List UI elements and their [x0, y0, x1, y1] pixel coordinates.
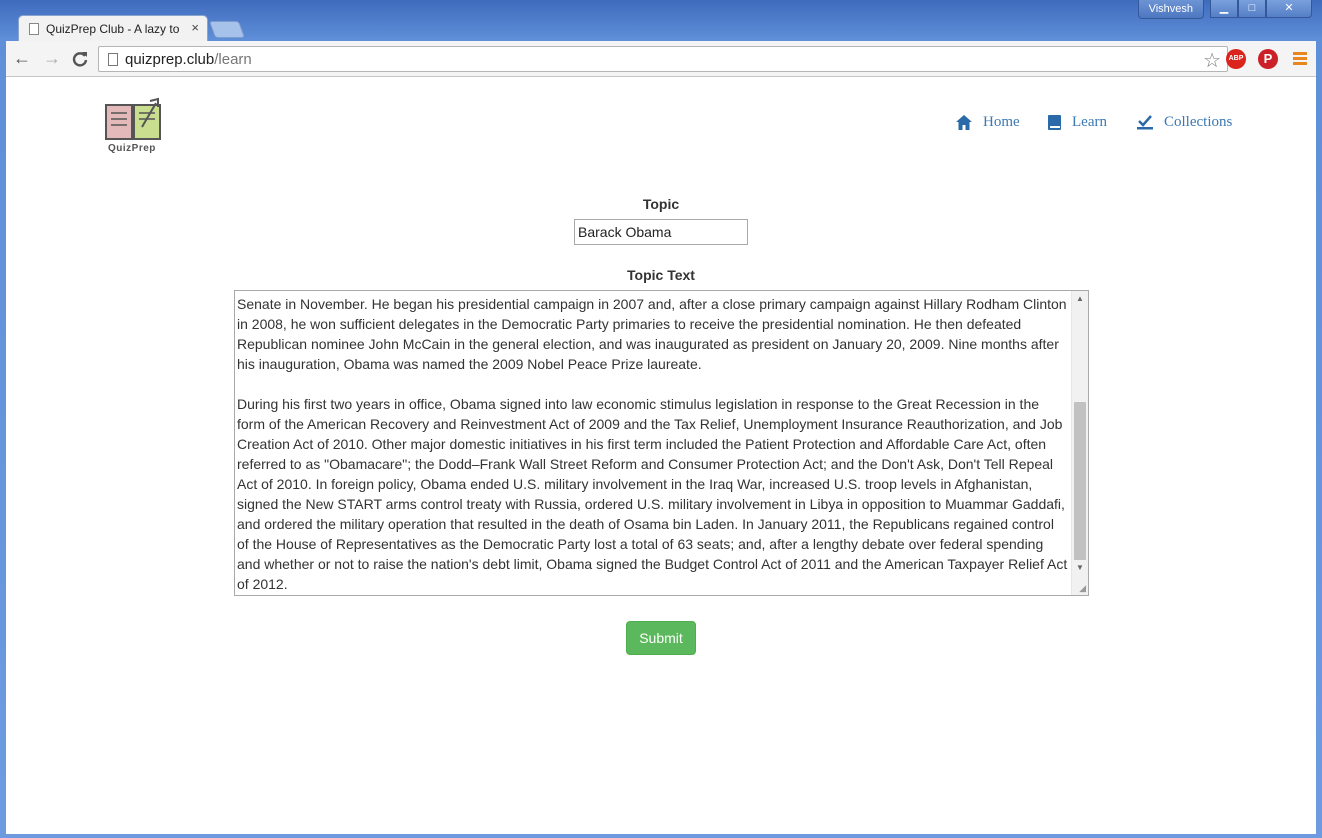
- nav-learn-link[interactable]: Learn: [1048, 114, 1107, 131]
- profile-badge[interactable]: Vishvesh: [1137, 0, 1204, 19]
- book-icon: [1048, 115, 1061, 130]
- reload-icon: [72, 52, 88, 67]
- nav-collections-label: Collections: [1164, 114, 1233, 130]
- topic-text-area[interactable]: Senate in November. He began his preside…: [234, 290, 1089, 596]
- home-icon: [956, 115, 972, 130]
- nav-collections-link[interactable]: Collections: [1137, 114, 1232, 131]
- pinterest-extension-icon[interactable]: P: [1258, 49, 1278, 69]
- topic-text-label: Topic Text: [627, 267, 695, 283]
- submit-button[interactable]: Submit: [626, 621, 696, 655]
- check-icon: [1137, 115, 1153, 130]
- scroll-thumb[interactable]: [1074, 402, 1086, 560]
- bookmark-star-icon[interactable]: ☆: [1203, 48, 1221, 73]
- forward-button[interactable]: →: [40, 47, 64, 71]
- logo-text: QuizPrep: [108, 143, 156, 154]
- maximize-button[interactable]: □: [1238, 0, 1266, 18]
- url-text: quizprep.club/learn: [125, 51, 252, 68]
- scroll-up-icon[interactable]: ▲: [1076, 294, 1084, 303]
- tab-strip: QuizPrep Club - A lazy to × Vishvesh ▁ □…: [0, 0, 1322, 42]
- reload-button[interactable]: [68, 47, 92, 71]
- browser-tab[interactable]: QuizPrep Club - A lazy to ×: [18, 15, 208, 42]
- chrome-menu-icon[interactable]: [1293, 52, 1307, 67]
- nav-home-link[interactable]: Home: [956, 114, 1020, 131]
- topic-text-content: Senate in November. He began his preside…: [237, 294, 1069, 595]
- address-bar[interactable]: quizprep.club/learn ☆: [98, 46, 1228, 72]
- resize-handle-icon[interactable]: ◢: [1079, 583, 1086, 594]
- browser-window: QuizPrep Club - A lazy to × Vishvesh ▁ □…: [0, 0, 1322, 838]
- topic-text-paragraph: Senate in November. He began his preside…: [237, 296, 1067, 372]
- text-scrollbar[interactable]: ▲ ▼: [1071, 291, 1088, 595]
- page-icon: [29, 23, 39, 35]
- topic-text-paragraph: During his first two years in office, Ob…: [237, 396, 1068, 592]
- page-icon: [108, 53, 118, 66]
- page-viewport: QuizPrep Home Learn Collections Topic To…: [6, 77, 1316, 834]
- adblock-extension-icon[interactable]: ABP: [1226, 49, 1246, 69]
- nav-home-label: Home: [983, 114, 1020, 130]
- nav-learn-label: Learn: [1072, 114, 1107, 130]
- tab-close-icon[interactable]: ×: [191, 20, 199, 35]
- window-controls: Vishvesh ▁ □ ✕: [1137, 0, 1312, 20]
- topic-label: Topic: [642, 196, 680, 212]
- tab-title: QuizPrep Club - A lazy to: [46, 22, 180, 36]
- url-path: /learn: [214, 51, 252, 68]
- minimize-button[interactable]: ▁: [1210, 0, 1238, 18]
- scroll-down-icon[interactable]: ▼: [1076, 563, 1084, 572]
- back-button[interactable]: ←: [10, 47, 34, 71]
- url-domain: quizprep.club: [125, 51, 215, 68]
- new-tab-button[interactable]: [208, 21, 246, 38]
- topic-input[interactable]: [574, 219, 748, 245]
- browser-toolbar: ← → quizprep.club/learn ☆ ABP P: [6, 41, 1316, 77]
- close-window-button[interactable]: ✕: [1266, 0, 1312, 18]
